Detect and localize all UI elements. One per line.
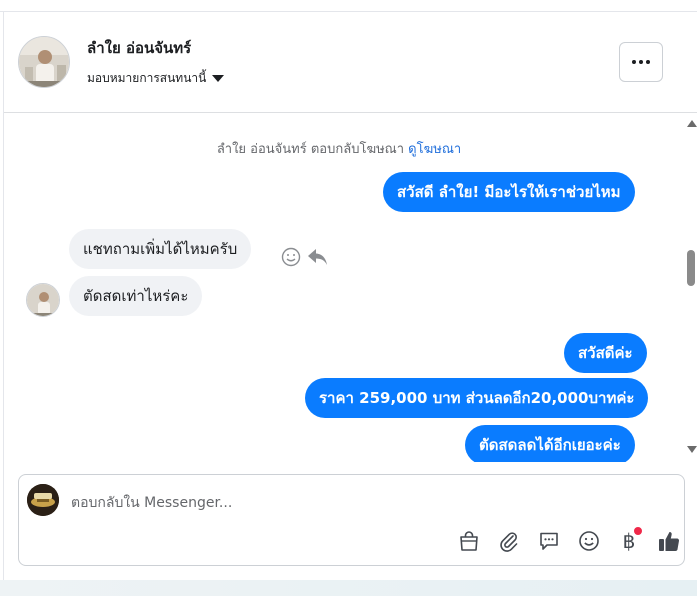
conversation-panel: ลำใย อ่อนจันทร์ มอบหมายการสนทนานี้ ลำใย … <box>3 12 697 580</box>
page-avatar <box>27 484 59 516</box>
message-bubble-outgoing[interactable]: สวัสดี ลำใย! มีอะไรให้เราช่วยไหม <box>383 172 635 212</box>
more-icon-dot <box>646 60 650 64</box>
ad-reply-text: ลำใย อ่อนจันทร์ ตอบกลับโฆษณา <box>216 142 405 157</box>
composer-toolbar: ฿ <box>449 527 689 555</box>
message-bubble-outgoing[interactable]: ตัดสดลดได้อีกเยอะค่ะ <box>465 425 635 462</box>
more-options-button[interactable] <box>619 42 663 82</box>
message-bubble-incoming[interactable]: ตัดสดเท่าไหร่คะ <box>69 276 203 316</box>
more-icon-dot <box>639 60 643 64</box>
contact-avatar-small <box>26 283 60 317</box>
emoji-button[interactable] <box>569 527 609 555</box>
scrollbar-thumb[interactable] <box>687 250 695 286</box>
reply-input[interactable] <box>71 493 631 513</box>
bottom-strip <box>0 580 697 596</box>
notification-dot <box>634 527 642 535</box>
reply-icon[interactable] <box>307 247 329 271</box>
message-actions <box>281 247 329 271</box>
shop-button[interactable] <box>449 527 489 555</box>
scroll-down-icon[interactable] <box>687 446 697 453</box>
ad-reply-note: ลำใย อ่อนจันทร์ ตอบกลับโฆษณา ดูโฆษณา <box>4 138 674 159</box>
caret-down-icon <box>212 75 225 82</box>
thumbs-up-icon <box>659 532 680 551</box>
saved-reply-icon <box>540 532 558 550</box>
smile-icon[interactable] <box>281 247 301 271</box>
conversation-header: ลำใย อ่อนจันทร์ มอบหมายการสนทนานี้ <box>4 12 697 113</box>
message-scrollbar[interactable] <box>684 114 697 462</box>
reply-composer: ฿ <box>18 474 685 566</box>
bag-icon <box>460 531 478 551</box>
message-bubble-incoming[interactable]: แชทถามเพิ่มได้ไหมครับ <box>69 229 252 269</box>
emoji-icon <box>579 531 599 551</box>
message-bubble-outgoing[interactable]: ราคา 259,000 บาท ส่วนลดอีก20,000บาทค่ะ <box>305 378 649 418</box>
contact-name[interactable]: ลำใย อ่อนจันทร์ <box>87 36 191 60</box>
like-send-button[interactable] <box>649 527 689 555</box>
assign-conversation-label: มอบหมายการสนทนานี้ <box>87 71 207 85</box>
scroll-up-icon[interactable] <box>687 120 697 127</box>
attach-file-button[interactable] <box>489 527 529 555</box>
message-bubble-outgoing[interactable]: สวัสดีค่ะ <box>564 333 647 373</box>
paperclip-icon <box>500 532 518 552</box>
saved-replies-button[interactable] <box>529 527 569 555</box>
assign-conversation-dropdown[interactable]: มอบหมายการสนทนานี้ <box>87 69 225 88</box>
payment-button[interactable]: ฿ <box>609 527 649 555</box>
more-icon <box>632 60 636 64</box>
contact-avatar[interactable] <box>18 36 70 88</box>
top-strip <box>0 0 697 12</box>
message-thread[interactable]: ลำใย อ่อนจันทร์ ตอบกลับโฆษณา ดูโฆษณา สวั… <box>4 114 697 462</box>
view-ad-link[interactable]: ดูโฆษณา <box>408 142 461 157</box>
